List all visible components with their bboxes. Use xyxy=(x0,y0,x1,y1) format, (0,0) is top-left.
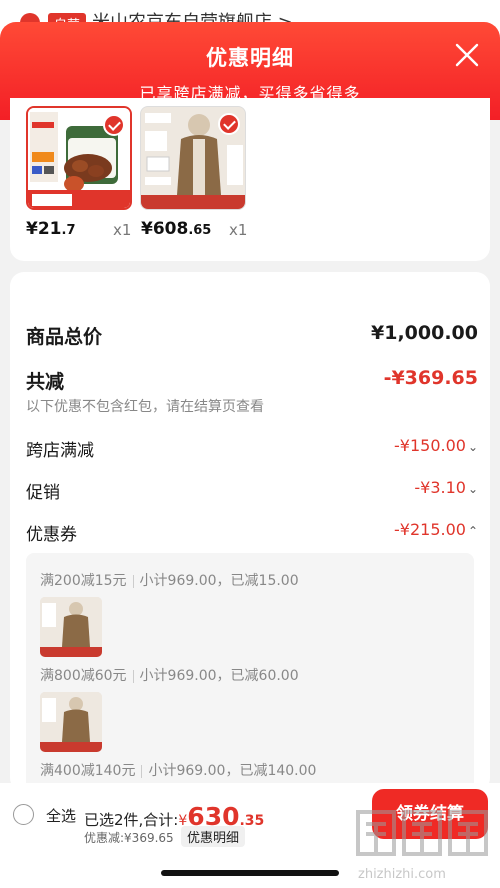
product-qty-2: x1 xyxy=(229,221,248,239)
coupon-detail-list: 满200减15元 小计969.00，已减15.00 满800减60元 小计969.0… xyxy=(26,553,474,793)
coupon-label: 优惠券 xyxy=(26,525,77,545)
product-thumbnail-dates[interactable] xyxy=(26,106,132,210)
cross-store-value: -¥150.00 ⌄ xyxy=(394,436,478,455)
product-qty-1: x1 xyxy=(113,221,132,239)
coupon-item-3: 满400减140元 小计969.00，已减140.00 xyxy=(40,763,317,779)
cross-store-label: 跨店满减 xyxy=(26,441,94,461)
discount-amount-text: 优惠减:¥369.65 xyxy=(84,831,174,845)
coupon-product-thumbnail xyxy=(40,597,102,657)
discount-note: 以下优惠不包含红包，请在结算页查看 xyxy=(26,399,264,415)
total-price-value: ¥1,000.00 xyxy=(371,322,478,344)
promotion-label: 促销 xyxy=(26,483,60,503)
home-indicator xyxy=(161,870,339,876)
site-watermark: zhizhizhi.com xyxy=(352,806,492,882)
selected-check-icon xyxy=(103,114,125,136)
product-price-2: ¥608.65 xyxy=(141,219,212,239)
sheet-title: 优惠明细 xyxy=(206,46,294,70)
discount-detail-button[interactable]: 优惠明细 xyxy=(181,826,246,847)
chevron-up-icon: ⌃ xyxy=(467,524,478,538)
coupon-item-1: 满200减15元 小计969.00，已减15.00 xyxy=(40,573,299,589)
promotion-value: -¥3.10 ⌄ xyxy=(414,478,478,497)
total-reduce-label: 共减 xyxy=(26,371,65,393)
price-summary-card: 商品总价 ¥1,000.00 共减 -¥369.65 以下优惠不包含红包，请在结… xyxy=(10,272,490,793)
watermark-logo xyxy=(356,810,488,856)
coupon-product-thumbnail xyxy=(40,692,102,752)
product-thumbnail-vest[interactable] xyxy=(140,106,246,210)
total-price-label: 商品总价 xyxy=(26,326,103,348)
chevron-down-icon: ⌄ xyxy=(467,482,478,496)
close-button[interactable] xyxy=(454,42,480,68)
watermark-text: zhizhizhi.com xyxy=(358,867,446,882)
select-all-label[interactable]: 全选 xyxy=(46,805,76,826)
coupon-value: -¥215.00 ⌃ xyxy=(394,520,478,539)
coupon-item-2: 满800减60元 小计969.00，已减60.00 xyxy=(40,668,299,684)
products-card: ¥21.7 x1 ¥608.65 x1 xyxy=(10,98,490,261)
total-reduce-value: -¥369.65 xyxy=(383,367,478,389)
product-price-1: ¥21.7 xyxy=(26,219,76,239)
select-all-radio[interactable] xyxy=(13,804,34,825)
close-icon xyxy=(455,43,479,67)
selected-check-icon xyxy=(218,113,240,135)
chevron-down-icon: ⌄ xyxy=(467,440,478,454)
